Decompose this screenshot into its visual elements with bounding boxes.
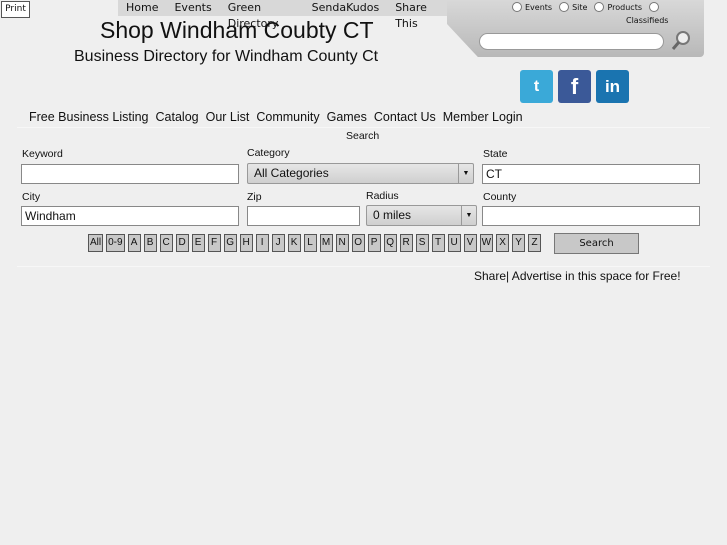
letter-button[interactable]: E bbox=[191, 234, 205, 252]
letter-button[interactable]: C bbox=[159, 234, 173, 252]
county-label: County bbox=[483, 191, 517, 203]
main-nav-item[interactable]: Our List bbox=[206, 110, 250, 124]
print-button[interactable]: Print bbox=[1, 1, 30, 18]
letter-button[interactable]: All bbox=[88, 234, 104, 252]
radius-label: Radius bbox=[366, 190, 399, 202]
letter-button[interactable]: V bbox=[463, 234, 477, 252]
state-label: State bbox=[483, 148, 508, 160]
letter-button[interactable]: D bbox=[175, 234, 189, 252]
letter-button[interactable]: L bbox=[303, 234, 317, 252]
scope-label-classifieds: Classifieds bbox=[626, 16, 669, 25]
search-scope-radios: Events Site Products bbox=[512, 2, 659, 12]
main-nav-item[interactable]: Free Business Listing bbox=[29, 110, 149, 124]
letter-button[interactable]: S bbox=[415, 234, 429, 252]
main-nav-item[interactable]: Catalog bbox=[156, 110, 199, 124]
letter-button[interactable]: G bbox=[223, 234, 237, 252]
letter-button[interactable]: Z bbox=[528, 234, 542, 252]
site-title: Shop Windham Coubty CT bbox=[100, 17, 374, 43]
site-subtitle: Business Directory for Windham County Ct bbox=[74, 48, 379, 65]
top-nav-item[interactable]: Home bbox=[118, 0, 166, 16]
letter-button[interactable]: H bbox=[239, 234, 253, 252]
state-input[interactable]: CT bbox=[482, 164, 700, 184]
top-nav-item[interactable]: Share This bbox=[387, 0, 448, 30]
county-input[interactable] bbox=[482, 206, 700, 226]
linkedin-icon[interactable]: in bbox=[596, 70, 629, 103]
letter-button[interactable]: P bbox=[367, 234, 381, 252]
letter-button[interactable]: J bbox=[271, 234, 285, 252]
radius-select[interactable]: 0 miles ▼ bbox=[366, 205, 477, 226]
category-select[interactable]: All Categories ▼ bbox=[247, 163, 474, 184]
top-nav: Home Events Green Directory SendaKudos Share… bbox=[118, 0, 448, 30]
scope-radio[interactable] bbox=[594, 2, 605, 12]
letter-button[interactable]: U bbox=[447, 234, 461, 252]
share-advertise-text[interactable]: Share| Advertise in this space for Free! bbox=[474, 269, 681, 283]
keyword-input[interactable] bbox=[21, 164, 239, 184]
main-nav-item[interactable]: Games bbox=[327, 110, 367, 124]
top-nav-item[interactable]: Events bbox=[166, 0, 219, 16]
chevron-down-icon: ▼ bbox=[458, 164, 473, 183]
letter-button[interactable]: W bbox=[479, 234, 494, 252]
scope-radio[interactable] bbox=[559, 2, 570, 12]
twitter-icon[interactable]: t bbox=[520, 70, 553, 103]
radius-value: 0 miles bbox=[373, 208, 412, 222]
category-value: All Categories bbox=[254, 166, 329, 180]
letter-button[interactable]: Y bbox=[512, 234, 526, 252]
scope-radio[interactable] bbox=[512, 2, 522, 12]
main-nav-item[interactable]: Member Login bbox=[443, 110, 523, 124]
city-label: City bbox=[22, 191, 41, 203]
letter-button[interactable]: F bbox=[207, 234, 221, 252]
top-nav-item[interactable]: Green Directory bbox=[220, 0, 304, 30]
top-nav-item[interactable]: SendaKudos bbox=[304, 0, 388, 16]
chevron-down-icon: ▼ bbox=[461, 206, 476, 225]
letter-button[interactable]: O bbox=[351, 234, 365, 252]
letter-button[interactable]: 0-9 bbox=[106, 234, 125, 252]
search-button[interactable]: Search bbox=[554, 233, 639, 254]
letter-button[interactable]: T bbox=[431, 234, 445, 252]
facebook-icon[interactable]: f bbox=[558, 70, 591, 103]
letter-button[interactable]: I bbox=[255, 234, 269, 252]
letter-button[interactable]: X bbox=[496, 234, 510, 252]
letter-button[interactable]: Q bbox=[383, 234, 397, 252]
main-nav-item[interactable]: Contact Us bbox=[374, 110, 436, 124]
letter-button[interactable]: M bbox=[319, 234, 333, 252]
scope-radio-classifieds[interactable] bbox=[649, 2, 659, 12]
main-nav: Free Business Listing Catalog Our List Comm… bbox=[29, 110, 523, 124]
main-nav-item[interactable]: Community bbox=[256, 110, 319, 124]
letter-filter: All 0-9 A B C D E F G H I J K L M N O P Q R S T U V W X Y Z bbox=[88, 234, 542, 252]
search-heading: Search bbox=[346, 130, 380, 142]
letter-button[interactable]: A bbox=[127, 234, 141, 252]
city-input[interactable]: Windham bbox=[21, 206, 239, 226]
keyword-label: Keyword bbox=[22, 148, 63, 160]
scope-label: Site bbox=[572, 2, 588, 12]
site-search-input[interactable] bbox=[479, 33, 664, 50]
category-label: Category bbox=[247, 147, 290, 159]
scope-label: Products bbox=[607, 2, 642, 12]
letter-button[interactable]: B bbox=[143, 234, 157, 252]
letter-button[interactable]: R bbox=[399, 234, 413, 252]
zip-input[interactable] bbox=[247, 206, 360, 226]
zip-label: Zip bbox=[247, 191, 262, 203]
letter-button[interactable]: K bbox=[287, 234, 301, 252]
search-magnifier-icon[interactable] bbox=[670, 30, 692, 52]
letter-button[interactable]: N bbox=[335, 234, 349, 252]
scope-label: Events bbox=[525, 2, 553, 12]
